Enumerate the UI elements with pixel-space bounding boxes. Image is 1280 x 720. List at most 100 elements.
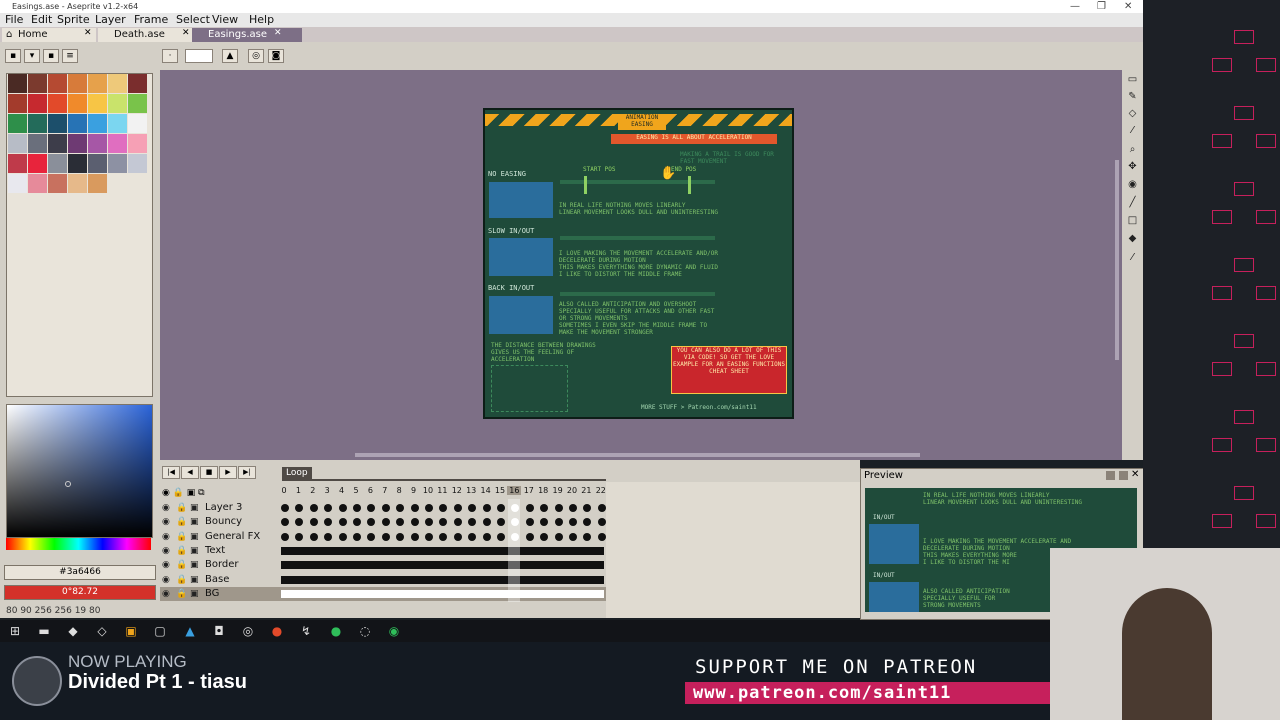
cel[interactable]	[468, 532, 477, 541]
loop-tag[interactable]: Loop	[282, 467, 312, 479]
horizontal-scrollbar[interactable]	[355, 453, 920, 457]
lock-icon[interactable]: 🔒	[176, 501, 187, 515]
sprite-canvas[interactable]: ANIMATION EASING EASING IS ALL ABOUT ACC…	[483, 108, 794, 419]
cel[interactable]	[338, 532, 347, 541]
marquee-tool-icon[interactable]: ▭	[1126, 73, 1139, 86]
hue-slider[interactable]	[6, 538, 151, 550]
spotify-icon[interactable]: ●	[329, 624, 343, 638]
rectangle-tool-icon[interactable]: □	[1126, 214, 1139, 227]
save-icon[interactable]: ▪	[43, 49, 59, 63]
continuous-icon[interactable]: ▣	[190, 573, 199, 587]
frame-number[interactable]: 20	[565, 486, 579, 495]
cel[interactable]	[569, 532, 577, 541]
cel[interactable]	[281, 532, 289, 541]
palette-swatch[interactable]	[8, 74, 27, 93]
last-frame-icon[interactable]: ▶|	[238, 466, 256, 479]
play-icon[interactable]: ▶	[219, 466, 237, 479]
prev-frame-icon[interactable]: ◀	[181, 466, 199, 479]
app-icon[interactable]: ↯	[299, 624, 313, 638]
menu-sprite[interactable]: Sprite	[57, 13, 90, 27]
tab-death[interactable]: Death.ase	[98, 28, 192, 42]
palette-swatch[interactable]	[128, 154, 147, 173]
cel[interactable]	[597, 532, 606, 541]
maximize-button[interactable]: ❐	[1097, 0, 1106, 13]
aseprite-icon[interactable]: ▲	[183, 624, 197, 638]
menu-layer[interactable]: Layer	[95, 13, 126, 27]
menu-file[interactable]: File	[5, 13, 23, 27]
contour-tool-icon[interactable]: ◆	[1126, 232, 1139, 245]
close-button[interactable]: ✕	[1124, 0, 1132, 13]
browser-icon[interactable]: ◎	[241, 624, 255, 638]
frame-number[interactable]: 4	[335, 486, 349, 495]
frame-number[interactable]: 13	[464, 486, 478, 495]
palette-swatch[interactable]	[68, 114, 87, 133]
palette-swatch[interactable]	[48, 174, 67, 193]
palette-swatch[interactable]	[128, 94, 147, 113]
palette-swatch[interactable]	[28, 174, 47, 193]
stop-icon[interactable]: ■	[200, 466, 218, 479]
frame-number[interactable]: 14	[479, 486, 493, 495]
frame-number[interactable]: 12	[450, 486, 464, 495]
visibility-icon[interactable]: ◉	[162, 501, 170, 515]
eraser-tool-icon[interactable]: ◇	[1126, 107, 1139, 120]
visual-studio-icon[interactable]: ◆	[66, 624, 80, 638]
palette-swatch[interactable]	[68, 154, 87, 173]
lock-icon[interactable]: 🔒	[176, 573, 187, 587]
lock-icon[interactable]: 🔒	[176, 544, 187, 558]
cel[interactable]	[453, 532, 462, 541]
cel[interactable]	[338, 504, 347, 512]
continuous-icon[interactable]: ▣	[190, 558, 199, 572]
frame-number[interactable]: 10	[421, 486, 435, 495]
cel[interactable]	[396, 532, 405, 541]
menu-help[interactable]: Help	[249, 13, 274, 27]
palette-swatch[interactable]	[8, 154, 27, 173]
palette-swatch[interactable]	[88, 154, 107, 173]
linked-cel[interactable]	[281, 575, 604, 584]
cel[interactable]	[410, 518, 419, 527]
first-frame-icon[interactable]: |◀	[162, 466, 180, 479]
visibility-icon[interactable]: ◉	[162, 530, 170, 544]
linked-cel[interactable]	[281, 561, 604, 570]
continuous-icon[interactable]: ▣	[190, 501, 199, 515]
menu-edit[interactable]: Edit	[31, 13, 52, 27]
close-tab-home-icon[interactable]: ✕	[84, 28, 92, 38]
preview-play-icon[interactable]	[1119, 471, 1128, 480]
menu-frame[interactable]: Frame	[134, 13, 168, 27]
frame-number[interactable]: 3	[320, 486, 334, 495]
tab-home[interactable]: ⌂ Home	[2, 28, 96, 42]
linked-cel[interactable]	[281, 546, 604, 555]
palette-swatch[interactable]	[68, 134, 87, 153]
cel[interactable]	[324, 532, 333, 541]
visibility-icon[interactable]: ◉	[162, 515, 170, 529]
vertical-scrollbar[interactable]	[1115, 160, 1119, 360]
palette-swatch[interactable]	[88, 94, 107, 113]
cel[interactable]	[309, 532, 318, 541]
continuous-icon[interactable]: ▣	[190, 544, 199, 558]
lock-icon[interactable]: 🔒	[176, 530, 187, 544]
palette-swatch[interactable]	[108, 154, 127, 173]
palette-swatch[interactable]	[28, 94, 47, 113]
cel[interactable]	[525, 504, 534, 512]
tab-easings[interactable]: Easings.ase	[192, 28, 302, 42]
frame-number[interactable]: 18	[536, 486, 550, 495]
cel[interactable]	[482, 518, 491, 527]
tray-app-icon[interactable]: ◉	[387, 624, 401, 638]
lock-icon[interactable]: 🔒	[176, 587, 187, 601]
cel[interactable]	[439, 532, 448, 541]
palette-swatch[interactable]	[48, 74, 67, 93]
frame-number[interactable]: 5	[349, 486, 363, 495]
cel[interactable]	[497, 532, 505, 541]
cel[interactable]	[295, 532, 304, 541]
vs-code-icon[interactable]: ◇	[95, 624, 109, 638]
visibility-icon[interactable]: ◉	[162, 573, 170, 587]
line-tool-icon[interactable]: ╱	[1126, 196, 1139, 209]
palette-swatch[interactable]	[28, 114, 47, 133]
continuous-icon[interactable]: ▣	[190, 530, 199, 544]
file-explorer-icon[interactable]: ▬	[37, 624, 51, 638]
palette-swatch[interactable]	[128, 74, 147, 93]
palette-swatch[interactable]	[8, 114, 27, 133]
cel[interactable]	[353, 532, 361, 541]
palette-swatch[interactable]	[88, 114, 107, 133]
opacity-icon[interactable]: ◙	[268, 49, 284, 63]
palette-swatch[interactable]	[108, 74, 127, 93]
